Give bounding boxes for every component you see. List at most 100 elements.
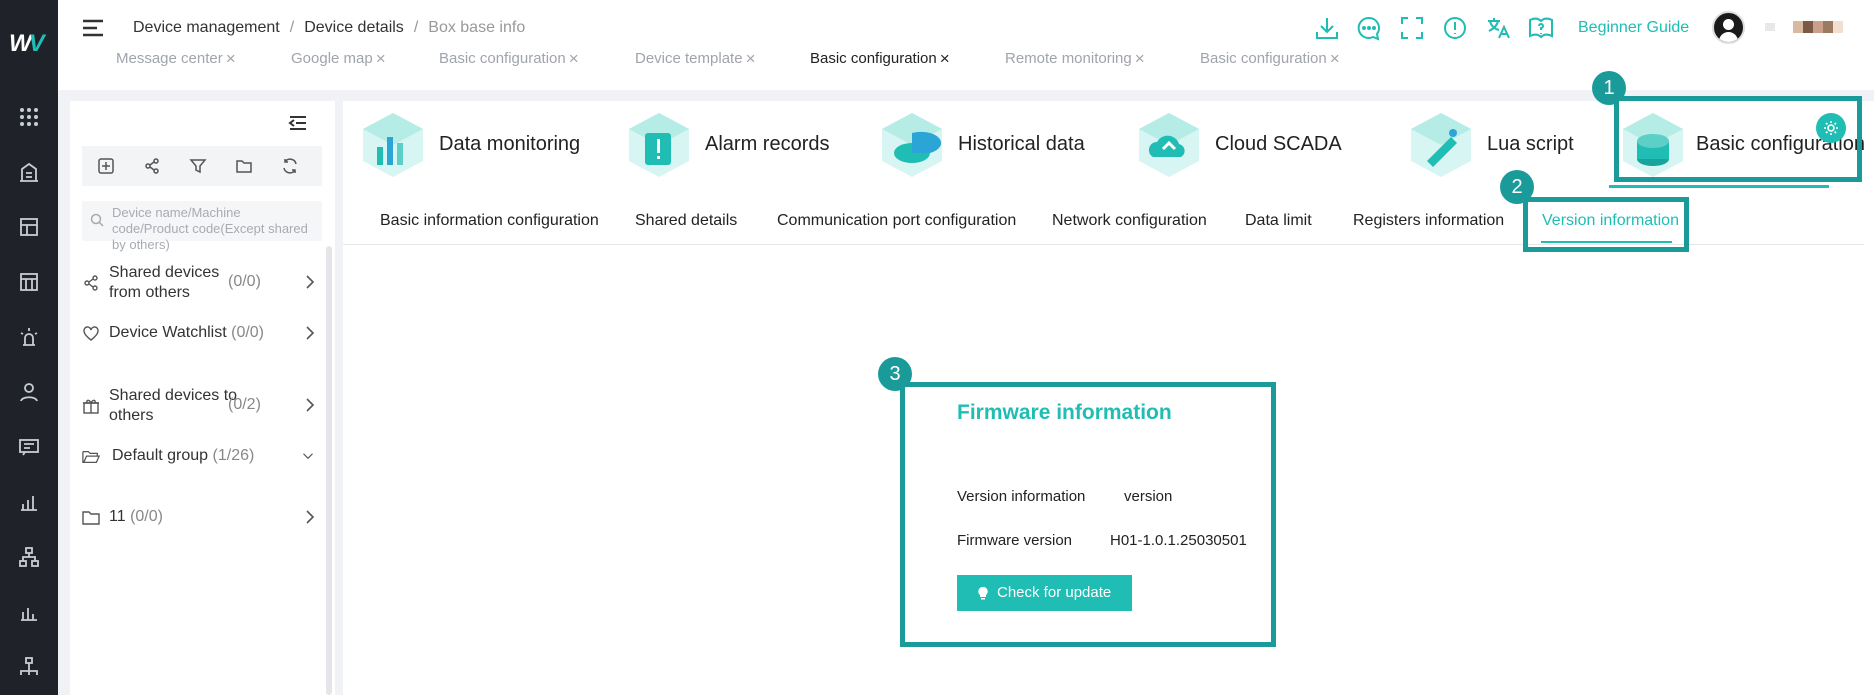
- heart-icon: [82, 325, 100, 343]
- annotation-number-3: 3: [878, 357, 912, 391]
- subtab-communication-port[interactable]: Communication port configuration: [777, 212, 1016, 230]
- search-icon: [90, 213, 104, 227]
- group-shared-from-others[interactable]: Shared devices from others (0/0): [82, 263, 315, 307]
- device-tree-panel: Device name/Machine code/Product code(Ex…: [70, 101, 335, 695]
- annotation-box-3: [900, 382, 1276, 647]
- alarm-records-icon: [629, 113, 689, 177]
- side-rail: WV: [0, 0, 58, 695]
- info-alert-icon[interactable]: [1441, 14, 1469, 42]
- chevron-right-icon[interactable]: [304, 325, 316, 341]
- tab-device-template[interactable]: Device template ×: [635, 50, 756, 67]
- folder-icon[interactable]: [235, 157, 253, 175]
- folder-icon: [82, 509, 100, 527]
- breadcrumb-device-management[interactable]: Device management: [133, 19, 280, 36]
- subtab-registers-information[interactable]: Registers information: [1353, 212, 1504, 230]
- gift-icon: [82, 397, 100, 415]
- close-icon[interactable]: ×: [1330, 50, 1340, 67]
- group-11[interactable]: 11 (0/0): [82, 507, 315, 531]
- close-icon[interactable]: ×: [746, 50, 756, 67]
- chevron-right-icon[interactable]: [304, 509, 316, 525]
- collapse-panel-icon[interactable]: [288, 115, 308, 131]
- refresh-icon[interactable]: [281, 157, 299, 175]
- group-count: (0/2): [228, 396, 261, 413]
- subtab-shared-details[interactable]: Shared details: [635, 212, 737, 230]
- annotation-number-1: 1: [1592, 71, 1626, 105]
- module-label: Data monitoring: [439, 133, 581, 155]
- chat-icon[interactable]: [1355, 14, 1383, 42]
- tab-basic-configuration-active[interactable]: Basic configuration ×: [810, 50, 950, 67]
- close-icon[interactable]: ×: [376, 50, 386, 67]
- help-book-icon[interactable]: [1527, 14, 1555, 42]
- menu-toggle-icon[interactable]: [82, 18, 104, 38]
- tree-toolbar: [82, 146, 322, 186]
- chevron-right-icon[interactable]: [304, 274, 316, 290]
- module-label: Alarm records: [705, 133, 830, 155]
- subtab-network-configuration[interactable]: Network configuration: [1052, 212, 1207, 230]
- module-alarm-records[interactable]: Alarm records: [623, 109, 829, 185]
- breadcrumb-box-base-info: Box base info: [428, 19, 526, 36]
- module-data-monitoring[interactable]: Data monitoring: [357, 109, 581, 185]
- group-label: 11 (0/0): [109, 508, 163, 525]
- translate-icon[interactable]: [1484, 14, 1512, 42]
- dashboard-icon[interactable]: [17, 215, 41, 239]
- fullscreen-icon[interactable]: [1398, 14, 1426, 42]
- tab-basic-configuration-2[interactable]: Basic configuration ×: [1200, 50, 1340, 67]
- group-count: (0/0): [228, 273, 261, 290]
- store-icon[interactable]: [17, 270, 41, 294]
- module-label: Lua script: [1487, 133, 1574, 155]
- folder-open-icon: [82, 448, 102, 466]
- add-icon[interactable]: [97, 157, 115, 175]
- apps-grid-icon[interactable]: [17, 105, 41, 129]
- share-icon[interactable]: [143, 157, 161, 175]
- module-cloud-scada[interactable]: Cloud SCADA: [1133, 109, 1343, 185]
- breadcrumb-device-details[interactable]: Device details: [304, 19, 404, 36]
- alarm-light-icon[interactable]: [17, 325, 41, 349]
- subtab-basic-information[interactable]: Basic information configuration: [380, 212, 599, 230]
- tab-basic-configuration-1[interactable]: Basic configuration ×: [439, 50, 579, 67]
- scrollbar[interactable]: [326, 246, 332, 695]
- breadcrumb: Device management / Device details / Box bas…: [133, 19, 526, 36]
- hierarchy-icon[interactable]: [17, 545, 41, 569]
- annotation-number-2: 2: [1500, 170, 1534, 204]
- share-icon: [82, 274, 100, 292]
- bar-chart-icon[interactable]: [17, 490, 41, 514]
- annotation-box-1: [1614, 96, 1862, 182]
- tab-remote-monitoring[interactable]: Remote monitoring ×: [1005, 50, 1145, 67]
- module-historical-data[interactable]: Historical data: [876, 109, 1086, 185]
- active-module-underline: [1609, 185, 1829, 188]
- close-icon[interactable]: ×: [1135, 50, 1145, 67]
- close-icon[interactable]: ×: [226, 50, 236, 67]
- group-count: (0/0): [231, 324, 265, 341]
- group-device-watchlist[interactable]: Device Watchlist (0/0): [82, 323, 315, 347]
- data-monitoring-icon: [363, 113, 423, 177]
- group-label: Device Watchlist (0/0): [109, 324, 265, 341]
- tab-message-center[interactable]: Message center ×: [116, 50, 236, 67]
- group-label: Default group (1/26): [112, 447, 255, 464]
- download-icon[interactable]: [1313, 14, 1341, 42]
- blurred-username: [1765, 23, 1775, 31]
- filter-icon[interactable]: [189, 157, 207, 175]
- avatar[interactable]: [1712, 11, 1745, 44]
- subtab-data-limit[interactable]: Data limit: [1245, 212, 1312, 230]
- chevron-right-icon[interactable]: [304, 397, 316, 413]
- org-chart-icon[interactable]: [17, 655, 41, 679]
- statistics-icon[interactable]: [17, 600, 41, 624]
- group-default[interactable]: Default group (1/26): [82, 446, 313, 470]
- device-search-input[interactable]: Device name/Machine code/Product code(Ex…: [82, 201, 322, 252]
- app-logo[interactable]: WV: [9, 30, 49, 60]
- lua-script-icon: [1411, 113, 1471, 177]
- message-icon[interactable]: [17, 435, 41, 459]
- user-icon[interactable]: [17, 380, 41, 404]
- group-count: (0/0): [130, 508, 163, 525]
- historical-data-icon: [882, 113, 942, 177]
- beginner-guide-link[interactable]: Beginner Guide: [1578, 19, 1689, 37]
- chevron-down-icon[interactable]: [302, 448, 318, 464]
- tab-google-map[interactable]: Google map ×: [291, 50, 386, 67]
- module-lua-script[interactable]: Lua script: [1405, 109, 1585, 185]
- annotation-box-2: [1523, 197, 1689, 252]
- group-shared-to-others[interactable]: Shared devices to others (0/2): [82, 386, 315, 430]
- building-icon[interactable]: [17, 160, 41, 184]
- close-icon[interactable]: ×: [569, 50, 579, 67]
- close-icon[interactable]: ×: [940, 50, 950, 67]
- module-label: Cloud SCADA: [1215, 133, 1342, 155]
